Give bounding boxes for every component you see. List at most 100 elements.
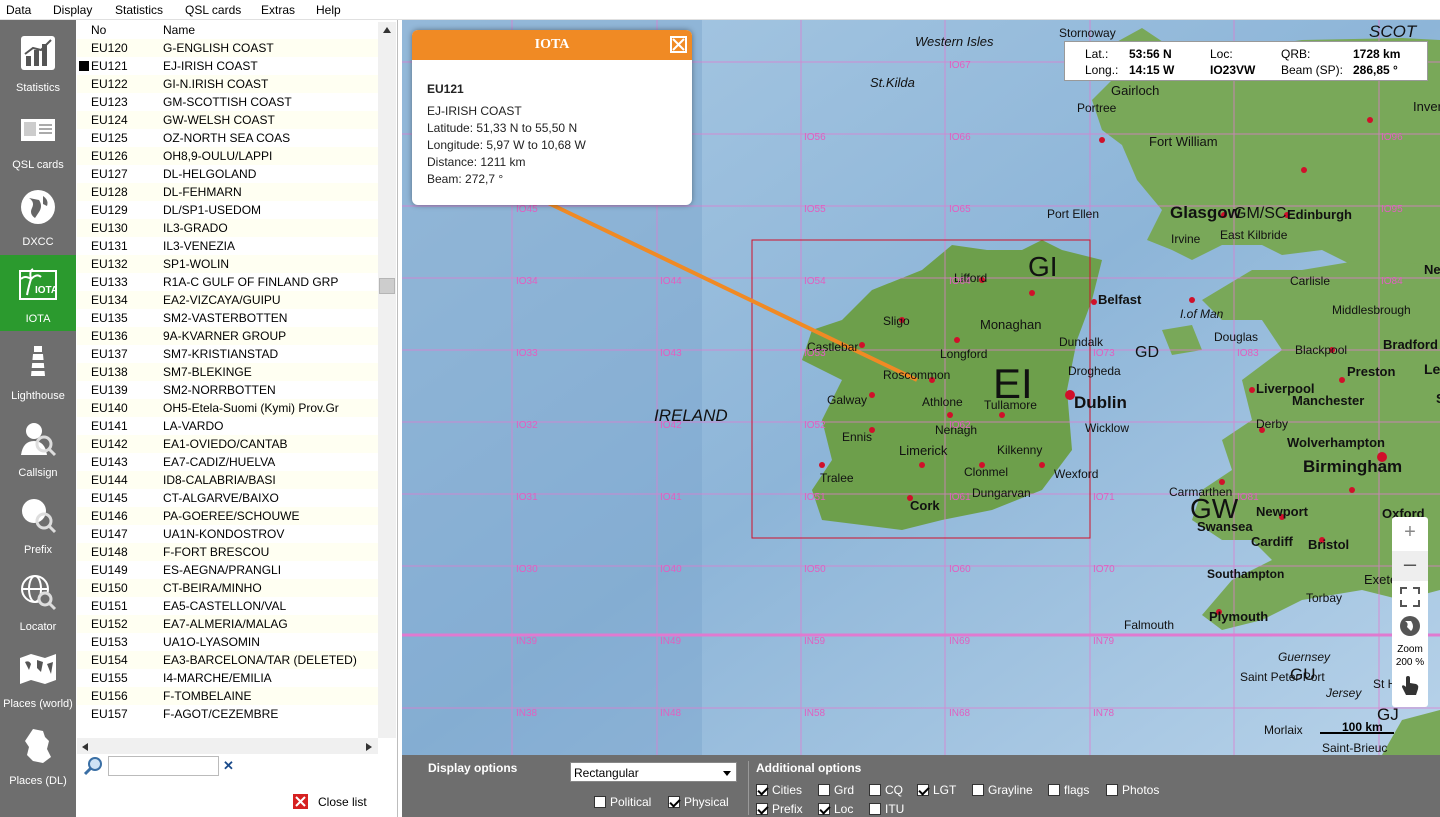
iota-number: EU141 [91,419,128,433]
prefix-search-icon [22,499,57,534]
prefix-checkbox[interactable]: Prefix [756,802,803,816]
menu-qsl-cards[interactable]: QSL cards [185,3,241,17]
list-item[interactable]: EU149 ES-AEGNA/PRANGLI [77,561,378,579]
popup-close-button[interactable] [670,36,687,53]
iota-name: DL-FEHMARN [163,185,242,199]
nav-qsl-cards[interactable]: QSL cards [0,101,76,177]
list-item[interactable]: EU132 SP1-WOLIN [77,255,378,273]
list-item[interactable]: EU141 LA-VARDO [77,417,378,435]
cities-checkbox[interactable]: Cities [756,783,802,797]
itu-checkbox[interactable]: ITU [869,802,904,816]
list-item[interactable]: EU151 EA5-CASTELLON/VAL [77,597,378,615]
list-item[interactable]: EU127 DL-HELGOLAND [77,165,378,183]
projection-select[interactable]: Rectangular [570,762,737,782]
column-header-no[interactable]: No [91,23,106,37]
list-item[interactable]: EU120 G-ENGLISH COAST [77,39,378,57]
nav-statistics[interactable]: Statistics [0,24,76,100]
list-item[interactable]: EU121 EJ-IRISH COAST [77,57,378,75]
iota-number: EU138 [91,365,128,379]
grid-square-label: IO61 [949,492,971,503]
iota-number: EU133 [91,275,128,289]
list-item[interactable]: EU143 EA7-CADIZ/HUELVA [77,453,378,471]
list-item[interactable]: EU153 UA1O-LYASOMIN [77,633,378,651]
scroll-right-icon[interactable] [365,742,373,752]
iota-number: EU130 [91,221,128,235]
menu-statistics[interactable]: Statistics [115,3,163,17]
list-horizontal-scrollbar[interactable] [77,738,378,754]
iota-number: EU128 [91,185,128,199]
clear-search-icon[interactable]: ✕ [223,758,234,774]
grid-square-label: IN38 [516,708,538,719]
list-item[interactable]: EU128 DL-FEHMARN [77,183,378,201]
flags-checkbox[interactable]: flags [1048,783,1089,797]
zoom-in-button[interactable]: + [1392,521,1428,551]
popup-distance: Distance: 1211 km [427,155,526,169]
column-header-name[interactable]: Name [163,23,195,37]
pan-hand-icon[interactable] [1400,675,1420,697]
list-item[interactable]: EU131 IL3-VENEZIA [77,237,378,255]
menu-display[interactable]: Display [53,3,92,17]
list-item[interactable]: EU139 SM2-NORRBOTTEN [77,381,378,399]
qrb-label: QRB: [1281,47,1311,61]
scroll-thumb[interactable] [379,278,395,294]
nav-prefix[interactable]: Prefix [0,486,76,562]
list-item[interactable]: EU138 SM7-BLEKINGE [77,363,378,381]
list-item[interactable]: EU134 EA2-VIZCAYA/GUIPU [77,291,378,309]
list-item[interactable]: EU140 OH5-Etela-Suomi (Kymi) Prov.Gr [77,399,378,417]
list-item[interactable]: EU122 GI-N.IRISH COAST [77,75,378,93]
list-item[interactable]: EU154 EA3-BARCELONA/TAR (DELETED) [77,651,378,669]
scroll-left-icon[interactable] [81,742,89,752]
nav-iota[interactable]: IOTA IOTA [0,255,76,331]
grid-square-label: IO73 [1093,348,1115,359]
photos-checkbox[interactable]: Photos [1106,783,1159,797]
grayline-checkbox[interactable]: Grayline [972,783,1033,797]
list-item[interactable]: EU126 OH8,9-OULU/LAPPI [77,147,378,165]
list-item[interactable]: EU129 DL/SP1-USEDOM [77,201,378,219]
list-item[interactable]: EU144 ID8-CALABRIA/BASI [77,471,378,489]
cq-checkbox[interactable]: CQ [869,783,903,797]
list-item[interactable]: EU142 EA1-OVIEDO/CANTAB [77,435,378,453]
list-item[interactable]: EU123 GM-SCOTTISH COAST [77,93,378,111]
political-checkbox[interactable]: Political [594,795,651,809]
list-item[interactable]: EU152 EA7-ALMERIA/MALAG [77,615,378,633]
iota-number: EU152 [91,617,128,631]
nav-places-dl[interactable]: Places (DL) [0,717,76,793]
list-vertical-scrollbar[interactable] [378,22,396,738]
nav-callsign[interactable]: Callsign [0,409,76,485]
list-item[interactable]: EU147 UA1N-KONDOSTROV [77,525,378,543]
list-item[interactable]: EU156 F-TOMBELAINE [77,687,378,705]
checkbox-box [668,796,680,808]
list-item[interactable]: EU130 IL3-GRADO [77,219,378,237]
list-item[interactable]: EU145 CT-ALGARVE/BAIXO [77,489,378,507]
nav-label: Places (world) [3,698,73,710]
list-item[interactable]: EU137 SM7-KRISTIANSTAD [77,345,378,363]
list-item[interactable]: EU133 R1A-C GULF OF FINLAND GRP [77,273,378,291]
map-place-label: Dublin [1074,393,1127,412]
scroll-up-icon[interactable] [382,26,392,34]
nav-lighthouse[interactable]: Lighthouse [0,332,76,408]
list-item[interactable]: EU135 SM2-VASTERBOTTEN [77,309,378,327]
nav-dxcc[interactable]: DXCC [0,178,76,254]
nav-places-world[interactable]: Places (world) [0,640,76,716]
zoom-out-button[interactable]: – [1392,551,1428,581]
list-item[interactable]: EU157 F-AGOT/CEZEMBRE [77,705,378,723]
search-input[interactable] [108,756,219,776]
fullscreen-icon[interactable] [1400,587,1420,607]
list-item[interactable]: EU136 9A-KVARNER GROUP [77,327,378,345]
close-list-button[interactable]: Close list [293,794,393,812]
menu-extras[interactable]: Extras [261,3,295,17]
lgt-checkbox[interactable]: LGT [917,783,956,797]
globe-icon[interactable] [1399,615,1421,637]
list-item[interactable]: EU124 GW-WELSH COAST [77,111,378,129]
list-item[interactable]: EU155 I4-MARCHE/EMILIA [77,669,378,687]
list-item[interactable]: EU146 PA-GOEREE/SCHOUWE [77,507,378,525]
physical-checkbox[interactable]: Physical [668,795,729,809]
nav-locator[interactable]: Locator [0,563,76,639]
list-item[interactable]: EU148 F-FORT BRESCOU [77,543,378,561]
menu-data[interactable]: Data [6,3,31,17]
grd-checkbox[interactable]: Grd [818,783,854,797]
menu-help[interactable]: Help [316,3,341,17]
loc-checkbox[interactable]: Loc [818,802,853,816]
list-item[interactable]: EU150 CT-BEIRA/MINHO [77,579,378,597]
list-item[interactable]: EU125 OZ-NORTH SEA COAS [77,129,378,147]
